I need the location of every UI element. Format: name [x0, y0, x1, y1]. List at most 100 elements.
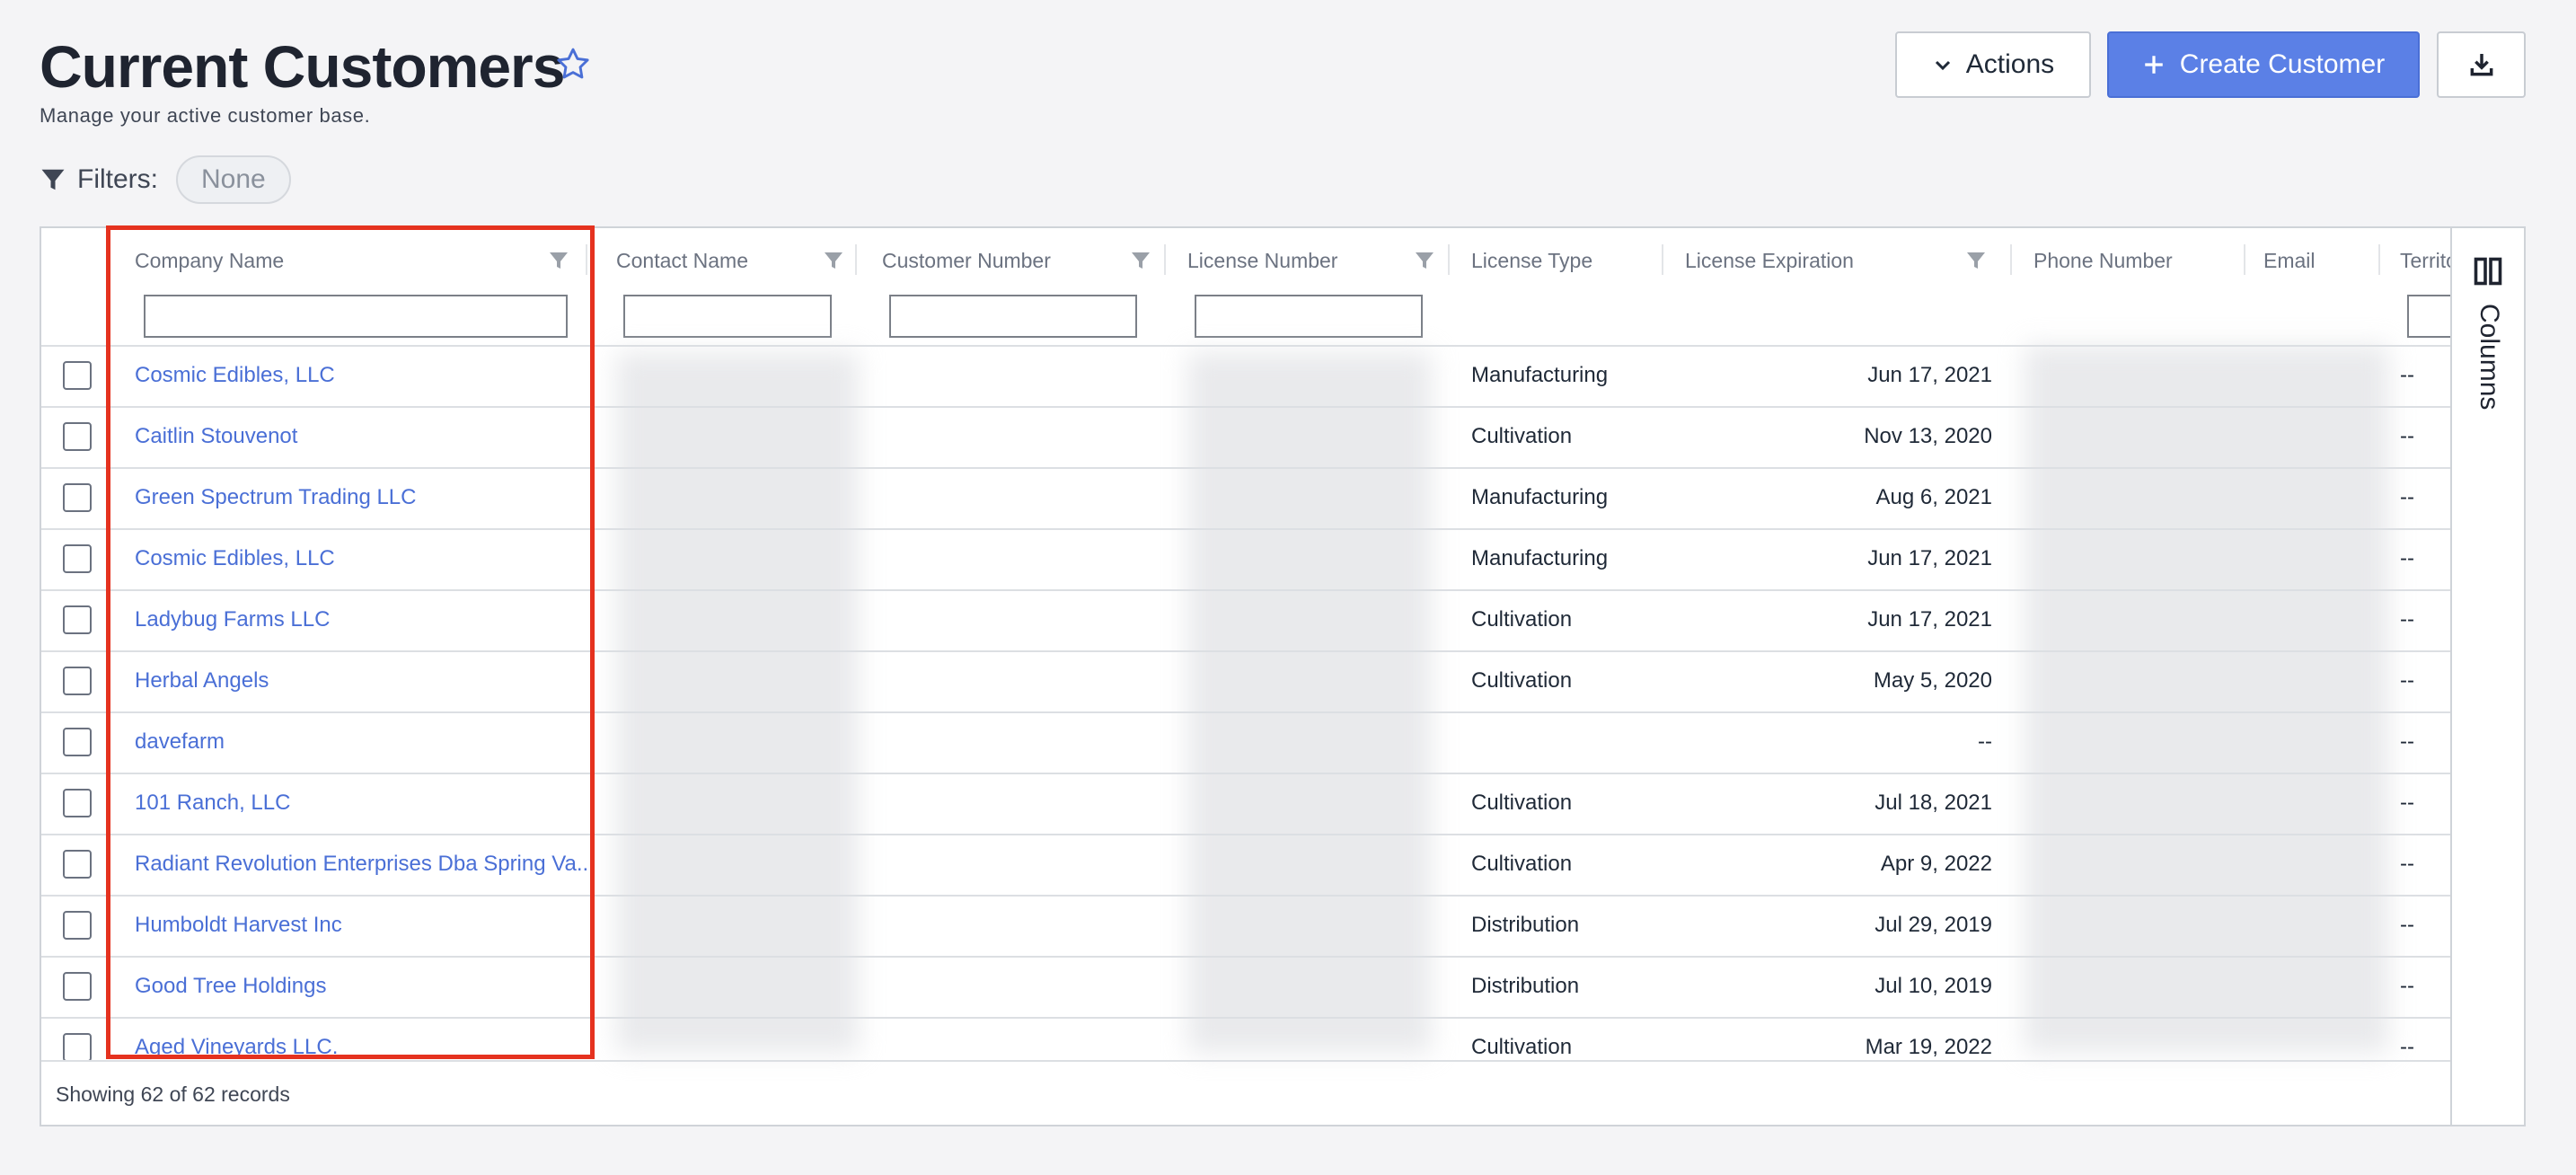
license-expiration-cell: Jul 29, 2019: [1875, 913, 1992, 937]
grid-footer: Showing 62 of 62 records: [41, 1060, 2452, 1125]
column-header-territory[interactable]: Territory: [2400, 237, 2452, 284]
column-header-phone-number[interactable]: Phone Number: [2033, 237, 2173, 284]
filters-value[interactable]: None: [176, 155, 291, 204]
column-header-license-number[interactable]: License Number: [1187, 237, 1337, 284]
company-name-link[interactable]: Herbal Angels: [135, 652, 620, 710]
filter-icon[interactable]: [1414, 250, 1435, 271]
table-row[interactable]: davefarm -- --: [41, 711, 2452, 773]
actions-button[interactable]: Actions: [1895, 31, 2091, 98]
company-name-link[interactable]: Ladybug Farms LLC: [135, 591, 620, 649]
column-header-license-expiration[interactable]: License Expiration: [1685, 237, 1854, 284]
table-row[interactable]: Green Spectrum Trading LLC Manufacturing A…: [41, 467, 2452, 528]
row-checkbox[interactable]: [63, 728, 92, 756]
table-row[interactable]: Caitlin Stouvenot Cultivation Nov 13, 2020…: [41, 406, 2452, 467]
table-row[interactable]: Herbal Angels Cultivation May 5, 2020 --: [41, 650, 2452, 711]
company-name-link[interactable]: Radiant Revolution Enterprises Dba Sprin…: [135, 835, 620, 893]
license-expiration-cell: Nov 13, 2020: [1864, 424, 1992, 448]
company-name-link[interactable]: Caitlin Stouvenot: [135, 408, 620, 465]
row-checkbox[interactable]: [63, 544, 92, 573]
table-row[interactable]: Radiant Revolution Enterprises Dba Sprin…: [41, 834, 2452, 895]
license-expiration-cell: Apr 9, 2022: [1880, 852, 1992, 876]
row-checkbox[interactable]: [63, 911, 92, 940]
territory-cell: --: [2400, 424, 2414, 448]
download-button[interactable]: [2437, 31, 2526, 98]
column-header-license-type[interactable]: License Type: [1471, 237, 1592, 284]
license-number-filter-input[interactable]: [1195, 295, 1423, 338]
table-row[interactable]: 101 Ranch, LLC Cultivation Jul 18, 2021 --: [41, 773, 2452, 834]
license-type-cell: Distribution: [1471, 974, 1580, 998]
territory-cell: --: [2400, 791, 2414, 815]
territory-cell: --: [2400, 729, 2414, 754]
column-separator[interactable]: [1448, 244, 1450, 275]
column-separator[interactable]: [2244, 244, 2245, 275]
row-checkbox[interactable]: [63, 1033, 92, 1062]
license-expiration-cell: Jul 18, 2021: [1875, 791, 1992, 815]
records-count: Showing 62 of 62 records: [56, 1082, 290, 1106]
license-type-cell: Cultivation: [1471, 424, 1573, 448]
row-checkbox[interactable]: [63, 789, 92, 817]
company-name-link[interactable]: Green Spectrum Trading LLC: [135, 469, 620, 526]
table-row[interactable]: Ladybug Farms LLC Cultivation Jun 17, 2021…: [41, 589, 2452, 650]
row-checkbox[interactable]: [63, 422, 92, 451]
column-separator[interactable]: [1164, 244, 1166, 275]
row-checkbox[interactable]: [63, 361, 92, 390]
license-expiration-cell: Jun 17, 2021: [1867, 363, 1992, 387]
column-header-customer-number[interactable]: Customer Number: [882, 237, 1051, 284]
company-filter-input[interactable]: [144, 295, 568, 338]
filter-icon[interactable]: [1130, 250, 1151, 271]
contact-filter-input[interactable]: [623, 295, 832, 338]
company-name-link[interactable]: Humboldt Harvest Inc: [135, 897, 620, 954]
create-customer-button[interactable]: Create Customer: [2107, 31, 2420, 98]
column-separator[interactable]: [855, 244, 857, 275]
row-checkbox[interactable]: [63, 483, 92, 512]
column-separator[interactable]: [2010, 244, 2012, 275]
territory-cell: --: [2400, 913, 2414, 937]
territory-cell: --: [2400, 363, 2414, 387]
column-header-contact-name[interactable]: Contact Name: [616, 237, 748, 284]
license-expiration-cell: Jun 17, 2021: [1867, 546, 1992, 570]
create-customer-label: Create Customer: [2179, 49, 2386, 79]
filter-icon[interactable]: [548, 250, 569, 271]
license-type-cell: Cultivation: [1471, 791, 1573, 815]
row-checkbox[interactable]: [63, 667, 92, 695]
table-row[interactable]: Cosmic Edibles, LLC Manufacturing Jun 17, …: [41, 345, 2452, 406]
column-header-company-name[interactable]: Company Name: [135, 237, 284, 284]
row-checkbox[interactable]: [63, 850, 92, 879]
table-row[interactable]: Humboldt Harvest Inc Distribution Jul 29, …: [41, 895, 2452, 956]
license-type-cell: Cultivation: [1471, 607, 1573, 632]
license-type-cell: Manufacturing: [1471, 363, 1609, 387]
license-type-cell: Cultivation: [1471, 668, 1573, 693]
filter-icon[interactable]: [823, 250, 844, 271]
columns-side-panel[interactable]: Columns: [2450, 228, 2524, 1125]
chevron-down-icon: [1935, 60, 1950, 71]
license-expiration-cell: --: [1978, 729, 1992, 754]
company-name-link[interactable]: Good Tree Holdings: [135, 958, 620, 1015]
plus-icon: [2145, 56, 2163, 74]
company-name-link[interactable]: Cosmic Edibles, LLC: [135, 347, 620, 404]
star-icon[interactable]: [553, 45, 593, 84]
territory-cell: --: [2400, 852, 2414, 876]
row-checkbox[interactable]: [63, 605, 92, 634]
table-row[interactable]: Good Tree Holdings Distribution Jul 10, 20…: [41, 956, 2452, 1017]
license-type-cell: Cultivation: [1471, 852, 1573, 876]
customer-number-filter-input[interactable]: [889, 295, 1137, 338]
filters-label: Filters:: [77, 164, 158, 194]
license-expiration-cell: May 5, 2020: [1873, 668, 1992, 693]
license-type-cell: Manufacturing: [1471, 485, 1609, 509]
territory-cell: --: [2400, 668, 2414, 693]
company-name-link[interactable]: 101 Ranch, LLC: [135, 774, 620, 832]
page-title: Current Customers: [40, 33, 565, 100]
customers-grid: Company Name Contact Name Customer Numbe…: [40, 226, 2526, 1126]
column-separator[interactable]: [2378, 244, 2380, 275]
download-icon: [2470, 54, 2492, 76]
row-checkbox[interactable]: [63, 972, 92, 1001]
columns-icon: [2474, 257, 2502, 286]
table-row[interactable]: Cosmic Edibles, LLC Manufacturing Jun 17, …: [41, 528, 2452, 589]
column-separator[interactable]: [586, 244, 587, 275]
company-name-link[interactable]: Cosmic Edibles, LLC: [135, 530, 620, 588]
column-header-email[interactable]: Email: [2263, 237, 2316, 284]
actions-label: Actions: [1965, 49, 2055, 79]
column-separator[interactable]: [1662, 244, 1663, 275]
filter-icon[interactable]: [1965, 250, 1987, 271]
company-name-link[interactable]: davefarm: [135, 713, 620, 771]
